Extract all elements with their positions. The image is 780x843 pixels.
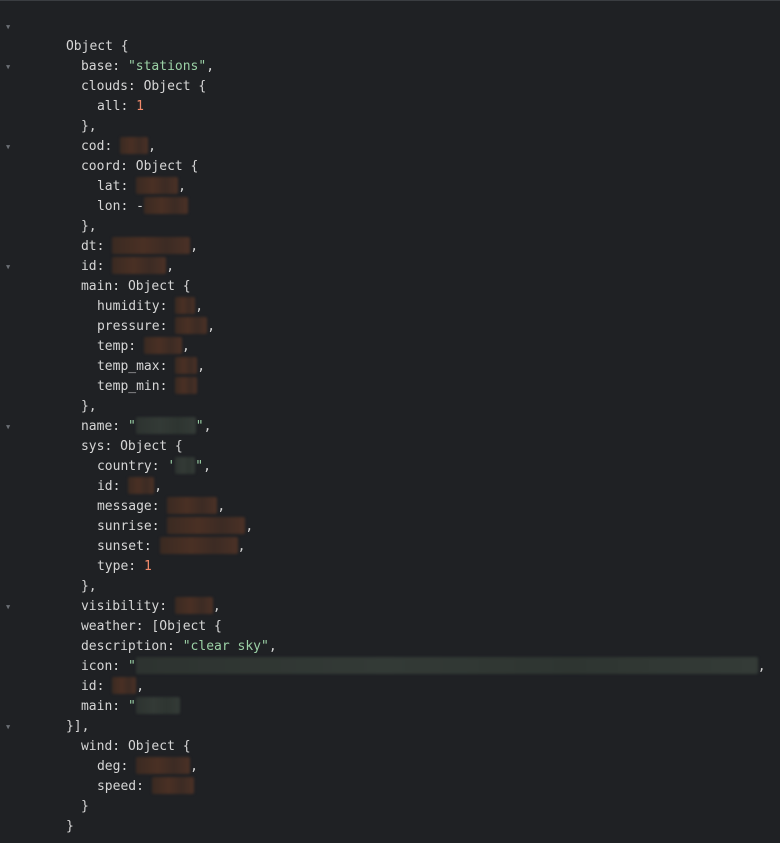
field-lat: lat: , [96,177,186,194]
field-name: name: " ", [80,417,212,434]
field-sunset: sunset: , [96,537,246,554]
field-description: description: "clear sky", [80,639,277,654]
field-wind[interactable]: ▼ wind: Object { [0,717,780,754]
field-clouds[interactable]: ▼ clouds: Object { [0,57,780,94]
field-deg: deg: , [96,757,198,774]
field-sunrise: sunrise: , [96,517,254,534]
expand-triangle-icon[interactable]: ▼ [6,717,10,737]
field-coord[interactable]: ▼ coord: Object { [0,137,780,174]
expand-triangle-icon[interactable]: ▼ [6,597,10,617]
field-pressure: pressure: , [96,317,216,334]
close-brace-line: } [65,819,74,834]
object-tree: ▼ Object { base: "stations", ▼ clouds: Obj… [0,17,780,834]
field-clouds-all: all: 1 [0,77,780,114]
field-weather-id: id: , [80,677,145,694]
expand-triangle-icon[interactable]: ▼ [6,417,10,437]
expand-triangle-icon[interactable]: ▼ [6,137,10,157]
expand-triangle-icon[interactable]: ▼ [6,257,10,277]
close-brace-line: } [80,799,89,814]
field-cod: cod: , [80,137,156,154]
field-humidity: humidity: , [96,297,204,314]
close-brace-line: }, [80,399,97,414]
field-main[interactable]: ▼ main: Object { [0,257,780,294]
field-sys[interactable]: ▼ sys: Object { [0,417,780,454]
field-weather-main: main: " [0,677,780,714]
field-weather[interactable]: ▼ weather: [Object { [0,597,780,634]
close-brace-line: }, [80,219,97,234]
field-icon: icon: ", [80,657,766,674]
expand-triangle-icon[interactable]: ▼ [6,57,10,77]
field-type: type: 1 [0,537,780,574]
console-output: ▼ Object { base: "stations", ▼ clouds: Obj… [0,0,780,843]
close-brace-line: }, [80,579,97,594]
close-array-line: }], [65,719,90,734]
field-lon: lon: - [0,177,780,214]
expand-triangle-icon[interactable]: ▼ [6,17,10,37]
field-message: message: , [96,497,226,514]
field-temp-min: temp_min: [0,357,780,394]
close-brace-line: }, [80,119,97,134]
field-sys-id: id: , [96,477,163,494]
field-id: id: , [80,257,175,274]
field-dt: dt: , [80,237,199,254]
field-temp: temp: , [96,337,190,354]
field-temp-max: temp_max: , [96,357,206,374]
field-base: base: "stations", [80,59,215,74]
field-country: country: ' ", [96,457,211,474]
root-object-line[interactable]: ▼ Object { [0,17,780,54]
field-visibility: visibility: , [80,597,221,614]
field-speed: speed: [0,757,780,794]
